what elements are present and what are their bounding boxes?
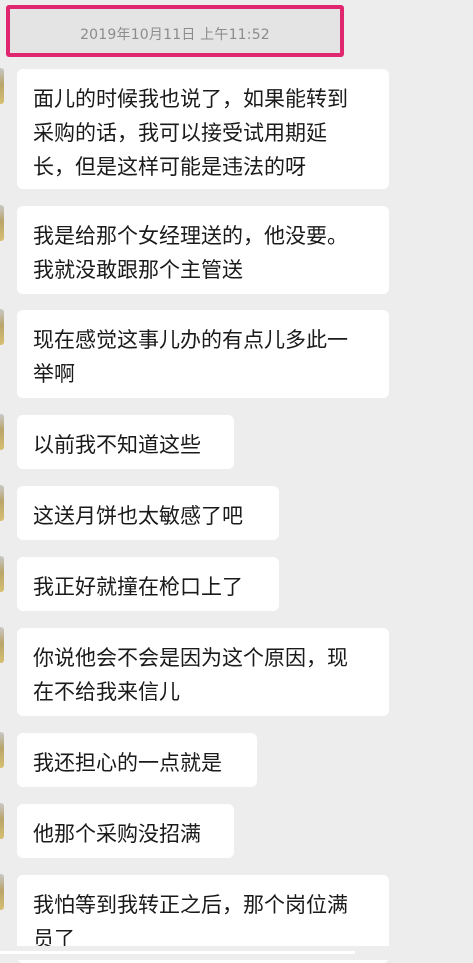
message-bubble-3[interactable]: 现在感觉这事儿办的有点儿多此一 举啊	[17, 310, 389, 398]
sender-avatar[interactable]	[0, 627, 4, 663]
sender-avatar[interactable]	[0, 803, 4, 839]
message-bubble-1[interactable]: 面儿的时候我也说了，如果能转到 采购的话，我可以接受试用期延 长，但是这样可能是…	[17, 69, 389, 189]
sender-avatar[interactable]	[0, 309, 4, 345]
input-bar-edge	[0, 951, 355, 954]
sender-avatar[interactable]	[0, 556, 4, 592]
message-bubble-9[interactable]: 他那个采购没招满	[17, 804, 234, 858]
timestamp-highlight: 2019年10月11日 上午11:52	[6, 5, 344, 57]
message-bubble-6[interactable]: 我正好就撞在枪口上了	[17, 557, 279, 611]
sender-avatar[interactable]	[0, 68, 4, 104]
message-bubble-7[interactable]: 你说他会不会是因为这个原因，现 在不给我来信儿	[17, 628, 389, 716]
sender-avatar[interactable]	[0, 732, 4, 768]
message-bubble-5[interactable]: 这送月饼也太敏感了吧	[17, 486, 279, 540]
sender-avatar[interactable]	[0, 205, 4, 241]
message-bubble-2[interactable]: 我是给那个女经理送的，他没要。 我就没敢跟那个主管送	[17, 206, 389, 294]
message-bubble-8[interactable]: 我还担心的一点就是	[17, 733, 257, 787]
sender-avatar[interactable]	[0, 414, 4, 450]
message-timestamp: 2019年10月11日 上午11:52	[80, 27, 270, 43]
sender-avatar[interactable]	[0, 874, 4, 910]
message-bubble-4[interactable]: 以前我不知道这些	[17, 415, 234, 469]
sender-avatar[interactable]	[0, 485, 4, 521]
